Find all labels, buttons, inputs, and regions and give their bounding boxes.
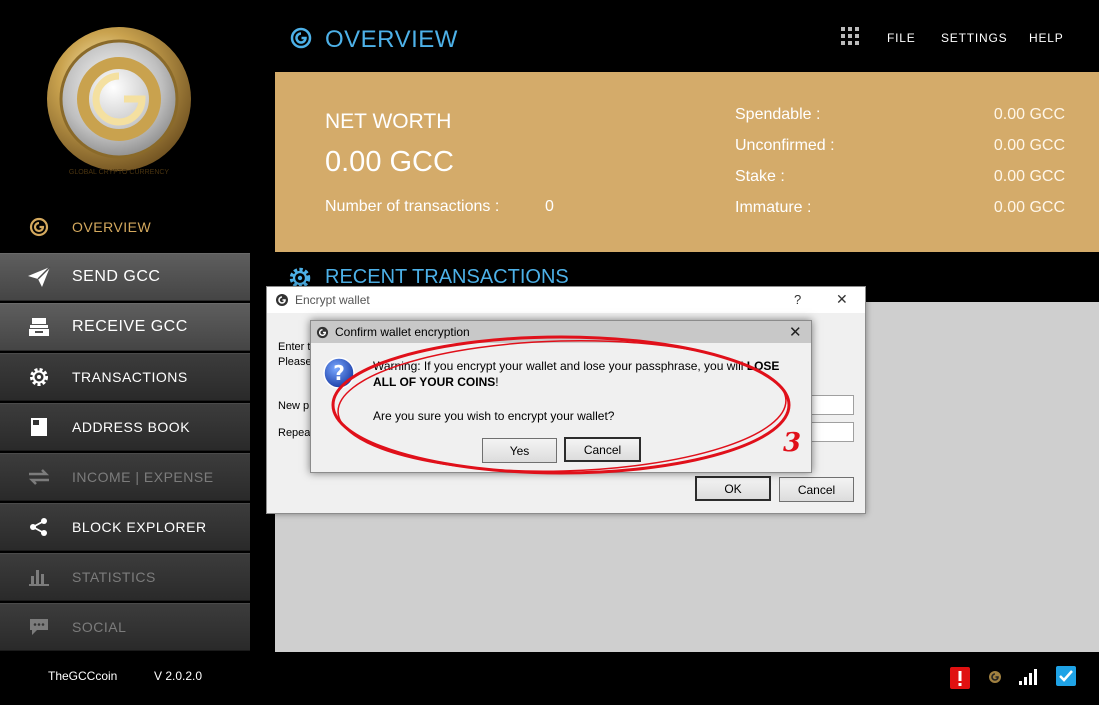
ok-button[interactable]: OK [695,476,771,501]
sidebar-item-block-explorer[interactable]: BLOCK EXPLORER [0,503,250,551]
tx-count-label: Number of transactions : [325,198,500,215]
status-bar: TheGCCcoin V 2.0.2.0 [0,652,1099,705]
sidebar-item-label: INCOME | EXPENSE [72,469,214,485]
menu-help[interactable]: HELP [1029,31,1064,45]
dialog-title: Confirm wallet encryption [335,325,470,339]
help-button[interactable]: ? [794,292,801,307]
sidebar-item-label: ADDRESS BOOK [72,419,191,435]
version-label: V 2.0.2.0 [154,669,203,683]
sidebar-item-label: RECEIVE GCC [72,318,188,335]
question-icon: ? [323,357,355,389]
new-passphrase-label: New p [278,400,310,412]
sidebar: GLOBAL CRYPTO CURRENCY OVERVIEW SEND GCC… [0,0,250,652]
net-worth-value: 0.00 GCC [325,146,454,178]
sidebar-item-label: SOCIAL [72,619,127,635]
book-icon [26,416,52,438]
paper-plane-icon [26,266,52,288]
signal-strength-icon [1019,669,1037,685]
gcc-logo-icon [290,27,312,49]
tx-count-value: 0 [545,198,554,215]
new-passphrase-input[interactable] [807,395,854,415]
dialog-title: Encrypt wallet [295,293,370,307]
cancel-button[interactable]: Cancel [564,437,641,462]
brand-label: TheGCCcoin [48,669,118,683]
sync-checkmark-icon [1056,666,1076,686]
dialog-titlebar: Encrypt wallet ? ✕ [267,287,865,313]
sidebar-item-send-gcc[interactable]: SEND GCC [0,253,250,301]
sidebar-item-label: OVERVIEW [72,219,152,235]
dialog-titlebar: Confirm wallet encryption ✕ [311,321,811,343]
net-worth-panel: NET WORTH 0.00 GCC Number of transaction… [275,72,1099,252]
immature-value: 0.00 GCC [993,199,1065,216]
gcc-coin-logo: GLOBAL CRYPTO CURRENCY [47,27,191,176]
annotation-number: 3 [783,428,802,458]
stake-label: Stake : [735,168,785,185]
sidebar-item-label: TRANSACTIONS [72,369,188,385]
svg-text:?: ? [333,361,345,385]
sidebar-item-label: SEND GCC [72,268,161,285]
stake-value: 0.00 GCC [993,168,1065,185]
warning-message: Warning: If you encrypt your wallet and … [373,358,803,390]
sidebar-item-social[interactable]: SOCIAL [0,603,250,651]
warning-text: Warning: If you encrypt your wallet and … [373,359,747,373]
instruction-line-2: Please [278,356,312,368]
top-bar: OVERVIEW FILE SETTINGS HELP [275,0,1099,72]
gcc-logo-icon [276,294,288,306]
exchange-arrows-icon [26,466,52,488]
gcc-logo-icon [316,326,329,338]
sidebar-item-address-book[interactable]: ADDRESS BOOK [0,403,250,451]
sidebar-item-statistics[interactable]: STATISTICS [0,553,250,601]
sidebar-item-income-expense[interactable]: INCOME | EXPENSE [0,453,250,501]
immature-label: Immature : [735,199,812,216]
close-icon[interactable]: ✕ [789,323,802,341]
gear-icon [26,366,52,388]
wallet-app: GLOBAL CRYPTO CURRENCY OVERVIEW SEND GCC… [0,0,1099,705]
inbox-tray-icon [26,316,52,338]
spendable-value: 0.00 GCC [993,106,1065,123]
sidebar-item-label: BLOCK EXPLORER [72,519,207,535]
sidebar-item-overview[interactable]: OVERVIEW [0,203,250,251]
yes-button[interactable]: Yes [482,438,557,463]
confirm-question: Are you sure you wish to encrypt your wa… [373,409,615,423]
sidebar-item-receive-gcc[interactable]: RECEIVE GCC [0,303,250,351]
sidebar-item-label: STATISTICS [72,569,156,585]
instruction-line-1: Enter t [278,341,311,353]
page-title: OVERVIEW [325,26,458,53]
menu-settings[interactable]: SETTINGS [941,31,1007,45]
unconfirmed-value: 0.00 GCC [993,137,1065,154]
gcc-logo-icon [989,671,1001,683]
repeat-passphrase-label: Repea [278,427,311,439]
grid-menu-icon[interactable] [841,27,859,45]
menu-file[interactable]: FILE [887,31,916,45]
svg-text:GLOBAL CRYPTO CURRENCY: GLOBAL CRYPTO CURRENCY [69,169,170,176]
warning-icon[interactable] [950,667,970,689]
sidebar-item-transactions[interactable]: TRANSACTIONS [0,353,250,401]
confirm-encryption-dialog: Confirm wallet encryption ✕ ? Warning: I… [310,320,812,473]
warning-text: ! [495,375,499,389]
warning-bold: ALL OF YOUR COINS [373,375,496,389]
share-icon [26,516,52,538]
spendable-label: Spendable : [735,106,821,123]
bar-chart-icon [26,566,52,588]
gcc-logo-icon [26,216,52,238]
warning-bold: LOSE [746,359,780,373]
repeat-passphrase-input[interactable] [807,422,854,442]
net-worth-label: NET WORTH [325,110,452,133]
unconfirmed-label: Unconfirmed : [735,137,835,154]
chat-bubble-icon [26,616,52,638]
cancel-button[interactable]: Cancel [779,477,854,502]
close-icon[interactable]: ✕ [836,291,848,308]
